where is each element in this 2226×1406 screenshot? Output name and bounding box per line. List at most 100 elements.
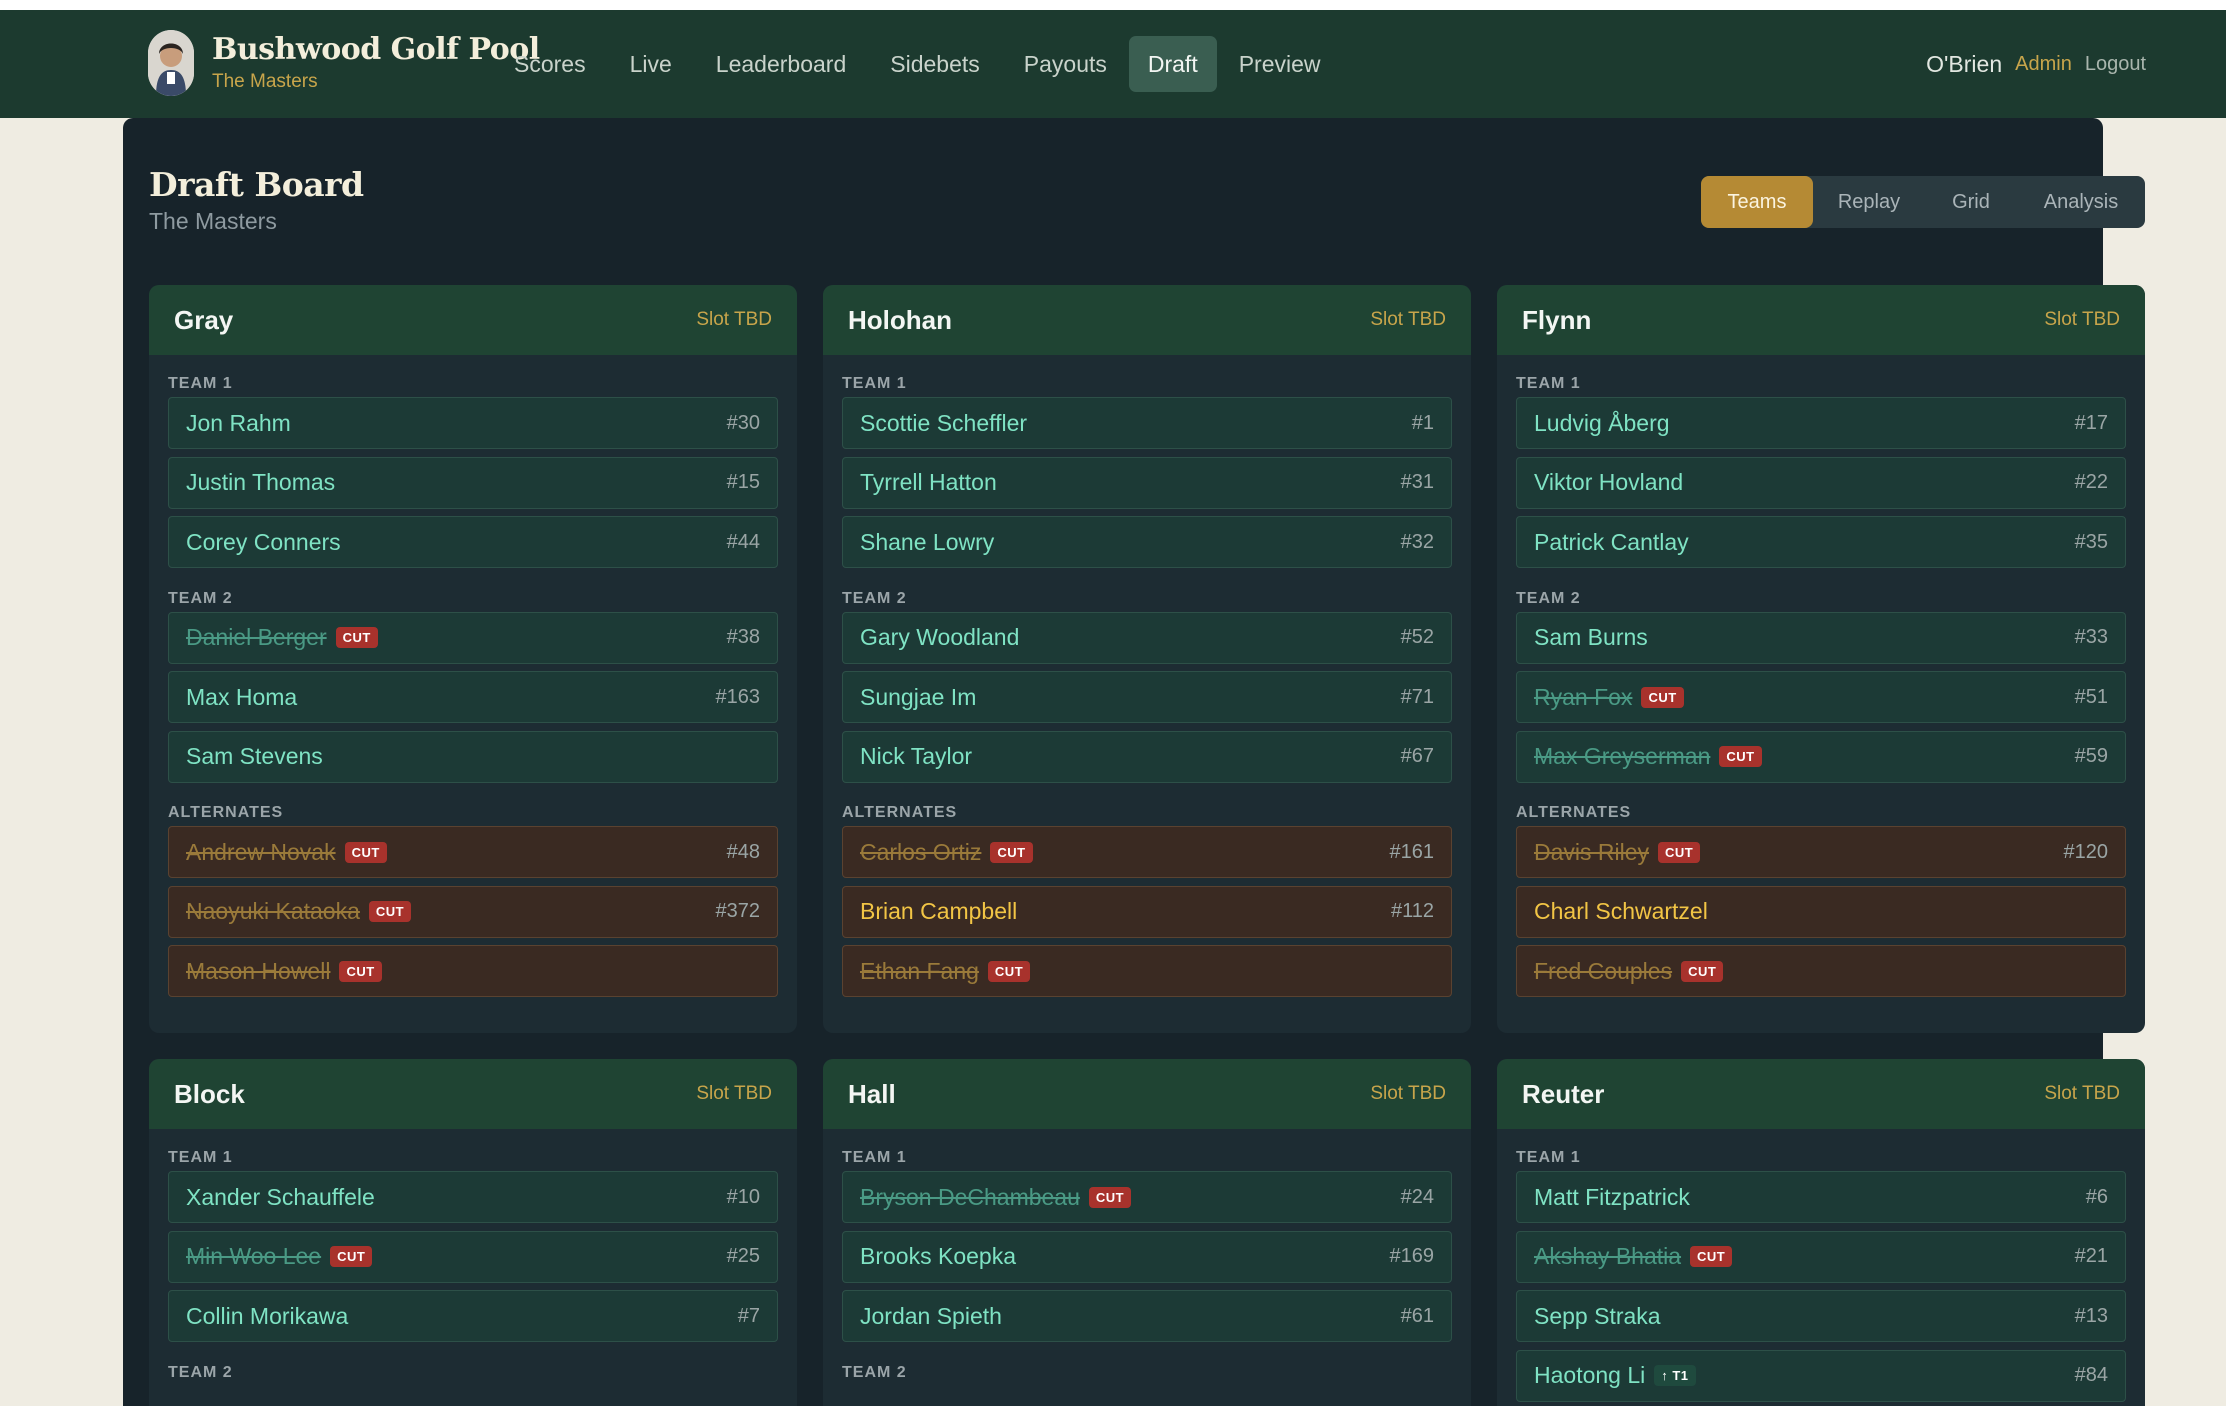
player-row[interactable]: Brooks Koepka #169 [842,1230,1452,1283]
player-row[interactable]: Haotong Li ↑ T1 #84 [1516,1349,2126,1402]
section-label-team1: TEAM 1 [842,375,907,392]
player-row[interactable]: Tyrrell Hatton #31 [842,456,1452,509]
logout-link[interactable]: Logout [2085,53,2146,76]
section-label-team2: TEAM 2 [842,589,907,607]
owner-name: Holohan [848,304,952,335]
player-name: Mason Howell [186,957,331,984]
player-name: Max Greyserman [1534,743,1711,769]
player-row[interactable]: Matt Fitzpatrick #6 [1516,1171,2126,1223]
player-name: Sam Stevens [186,743,323,769]
player-row[interactable]: Daniel Berger CUT #38 [168,611,778,664]
player-row[interactable]: Nick Taylor #67 [842,730,1452,783]
player-rank: #169 [1389,1245,1435,1267]
team-card-holohan: Holohan Slot TBD TEAM 1 Scottie Scheffler #1… [823,285,1471,1033]
player-name: Matt Fitzpatrick [1534,1183,1690,1210]
player-row[interactable]: Akshay Bhatia CUT #21 [1516,1230,2126,1283]
team-card-reuter: Reuter Slot TBD TEAM 1 Matt Fitzpatrick #6 Ak… [1497,1059,2145,1406]
team-card-flynn: Flynn Slot TBD TEAM 1 Ludvig Åberg #17 Viktor… [1497,285,2145,1033]
nav-payouts[interactable]: Payouts [1002,36,1129,92]
player-rank: #24 [1400,1185,1434,1208]
player-rank: #38 [726,626,760,648]
player-row[interactable]: Sepp Straka #13 [1516,1290,2126,1342]
card-header: Flynn Slot TBD [1497,285,2145,355]
section-label-team2: TEAM 2 [168,1363,233,1381]
cut-badge: CUT [330,1246,373,1267]
player-rank: #48 [726,840,760,863]
cut-badge: CUT [1690,1246,1733,1267]
player-row[interactable]: Max Homa #163 [168,671,778,723]
player-row[interactable]: Corey Conners #44 [168,516,778,568]
player-row[interactable]: Shane Lowry #32 [842,516,1452,568]
player-row[interactable]: Jon Rahm #30 [168,397,778,449]
player-row[interactable]: Sungjae Im #71 [842,671,1452,723]
player-row[interactable]: Justin Thomas #15 [168,456,778,509]
player-name: Andrew Novak [186,838,336,865]
player-row[interactable]: Naoyuki Kataoka CUT #372 [168,885,778,938]
admin-link[interactable]: Admin [2015,53,2072,76]
player-name: Jordan Spieth [860,1302,1002,1329]
owner-name: Flynn [1522,304,1592,335]
view-tab-analysis[interactable]: Analysis [2017,176,2145,228]
player-name: Ludvig Åberg [1534,409,1670,436]
player-name: Viktor Hovland [1534,469,1684,495]
player-name: Brooks Koepka [860,1243,1016,1269]
view-tab-replay[interactable]: Replay [1813,176,1925,228]
player-rank: #59 [2074,745,2108,767]
player-row[interactable]: Charl Schwartzel [1516,885,2126,938]
player-row[interactable]: Sam Stevens [168,730,778,783]
player-row[interactable]: Ludvig Åberg #17 [1516,397,2126,449]
player-row[interactable]: Collin Morikawa #7 [168,1290,778,1342]
player-name: Scottie Scheffler [860,409,1028,436]
player-row[interactable]: Xander Schauffele #10 [168,1171,778,1223]
nav-scores[interactable]: Scores [492,36,608,92]
player-row[interactable]: Jordan Spieth #61 [842,1290,1452,1342]
nav-sidebets[interactable]: Sidebets [868,36,1002,92]
player-rank: #32 [1400,530,1434,553]
card-header: Reuter Slot TBD [1497,1059,2145,1129]
player-rank: #112 [1390,900,1434,922]
player-rank: #6 [2085,1185,2108,1208]
nav-live[interactable]: Live [608,36,694,92]
owner-name: Block [174,1078,245,1109]
main-nav: Scores Live Leaderboard Sidebets Payouts… [492,36,1343,92]
player-row[interactable]: Patrick Cantlay #35 [1516,516,2126,568]
player-row[interactable]: Scottie Scheffler #1 [842,397,1452,449]
player-row[interactable]: Carlos Ortiz CUT #161 [842,826,1452,878]
top-navbar: Bushwood Golf Pool The Masters Scores Li… [0,10,2226,118]
team-card-block: Block Slot TBD TEAM 1 Xander Schauffele #10 M… [149,1059,797,1406]
player-row[interactable]: Davis Riley CUT #120 [1516,826,2126,878]
player-name: Sungjae Im [860,683,977,710]
team-card-hall: Hall Slot TBD TEAM 1 Bryson DeChambeau CUT #2… [823,1059,1471,1406]
player-name: Bryson DeChambeau [860,1183,1080,1210]
view-tab-teams[interactable]: Teams [1701,176,1813,228]
player-rank: #33 [2074,626,2108,648]
player-row[interactable]: Max Greyserman CUT #59 [1516,730,2126,783]
player-row[interactable]: Min Woo Lee CUT #25 [168,1230,778,1283]
nav-leaderboard[interactable]: Leaderboard [694,36,868,92]
player-row[interactable]: Mason Howell CUT [168,945,778,997]
player-row[interactable]: Fred Couples CUT [1516,945,2126,997]
nav-preview[interactable]: Preview [1217,36,1343,92]
player-row[interactable]: Gary Woodland #52 [842,611,1452,664]
cut-badge: CUT [1681,960,1724,982]
owner-name: Gray [174,304,234,335]
player-rank: #25 [726,1245,760,1267]
view-tab-grid[interactable]: Grid [1925,176,2017,228]
player-row[interactable]: Bryson DeChambeau CUT #24 [842,1171,1452,1223]
player-rank: #35 [2074,530,2108,553]
brand[interactable]: Bushwood Golf Pool The Masters [148,30,540,96]
player-name: Brian Campbell [860,898,1018,924]
player-row[interactable]: Brian Campbell #112 [842,885,1452,938]
player-row[interactable]: Ryan Fox CUT #51 [1516,671,2126,723]
slot-label: Slot TBD [2044,309,2120,330]
player-rank: #51 [2074,685,2108,708]
nav-draft[interactable]: Draft [1128,36,1217,92]
player-row[interactable]: Ethan Fang CUT [842,945,1452,997]
player-row[interactable]: Viktor Hovland #22 [1516,456,2126,509]
player-rank: #44 [726,530,760,553]
player-rank: #67 [1400,745,1434,767]
player-row[interactable]: Sam Burns #33 [1516,611,2126,664]
player-row[interactable]: Andrew Novak CUT #48 [168,826,778,878]
player-name: Shane Lowry [860,528,995,555]
player-name: Nick Taylor [860,743,973,769]
